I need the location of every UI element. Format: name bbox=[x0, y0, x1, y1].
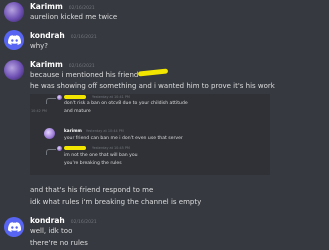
redaction-mark bbox=[64, 95, 86, 99]
message-author: karimm Yesterday at 10:44 PM bbox=[64, 128, 124, 133]
message-timestamp: 02/16/2021 bbox=[70, 220, 97, 225]
message-timestamp: Yesterday at 10:44 PM bbox=[85, 129, 124, 133]
author-name[interactable]: Karimm bbox=[30, 60, 63, 69]
message-text: aurelion kicked me twice bbox=[30, 13, 118, 21]
avatar[interactable] bbox=[4, 60, 24, 80]
message-author[interactable]: kondrah 02/16/2021 bbox=[30, 216, 97, 225]
author-name[interactable]: Karimm bbox=[30, 2, 63, 11]
message-text: your friend can ban me i don't even use … bbox=[64, 136, 183, 141]
message-text: why? bbox=[30, 42, 49, 50]
discord-logo-icon bbox=[7, 35, 21, 45]
avatar bbox=[57, 95, 62, 100]
author-name: karimm bbox=[64, 128, 82, 133]
avatar[interactable] bbox=[4, 217, 24, 237]
message-text: you're breaking the rules bbox=[64, 161, 122, 166]
redaction-mark bbox=[137, 68, 169, 77]
avatar[interactable] bbox=[4, 2, 24, 22]
author-name[interactable]: kondrah bbox=[30, 216, 65, 225]
message-text: and mature bbox=[64, 109, 91, 114]
avatar bbox=[44, 128, 55, 139]
message-text: because i mentioned his friend bbox=[30, 71, 139, 79]
message-timestamp: 02/16/2021 bbox=[70, 35, 97, 40]
message-timestamp: 02/16/2021 bbox=[68, 6, 95, 11]
embedded-screenshot[interactable]: Yesterday at 10:41 PM don't risk a ban o… bbox=[30, 94, 270, 175]
message-author[interactable]: Karimm 02/16/2021 bbox=[30, 60, 95, 69]
message-text: and that's his friend respond to me bbox=[30, 186, 154, 194]
message-text: there're no rules bbox=[30, 239, 88, 247]
reply-connector bbox=[46, 149, 56, 155]
message-author[interactable]: kondrah 02/16/2021 bbox=[30, 31, 97, 40]
avatar bbox=[57, 146, 62, 151]
message-author[interactable]: Karimm 02/16/2021 bbox=[30, 2, 95, 11]
discord-logo-icon bbox=[7, 222, 21, 232]
avatar[interactable] bbox=[4, 30, 24, 50]
reply-connector bbox=[46, 98, 56, 104]
message-text: well, idk too bbox=[30, 227, 73, 235]
message-timestamp: Yesterday at 10:41 PM bbox=[92, 95, 130, 99]
redaction-mark bbox=[64, 146, 86, 150]
message-text: don't risk a ban on otcv8 due to your ch… bbox=[64, 101, 188, 106]
message-text: idk what rules i'm breaking the channel … bbox=[30, 198, 202, 206]
message-text: im not the one that will ban you bbox=[64, 153, 138, 158]
author-name[interactable]: kondrah bbox=[30, 31, 65, 40]
message-timestamp: 02/16/2021 bbox=[68, 64, 95, 69]
message-timestamp: Yesterday at 10:45 PM bbox=[92, 146, 130, 150]
message-timestamp: 10:42 PM bbox=[31, 109, 47, 113]
message-text: he was showing off something and i wante… bbox=[30, 82, 275, 90]
